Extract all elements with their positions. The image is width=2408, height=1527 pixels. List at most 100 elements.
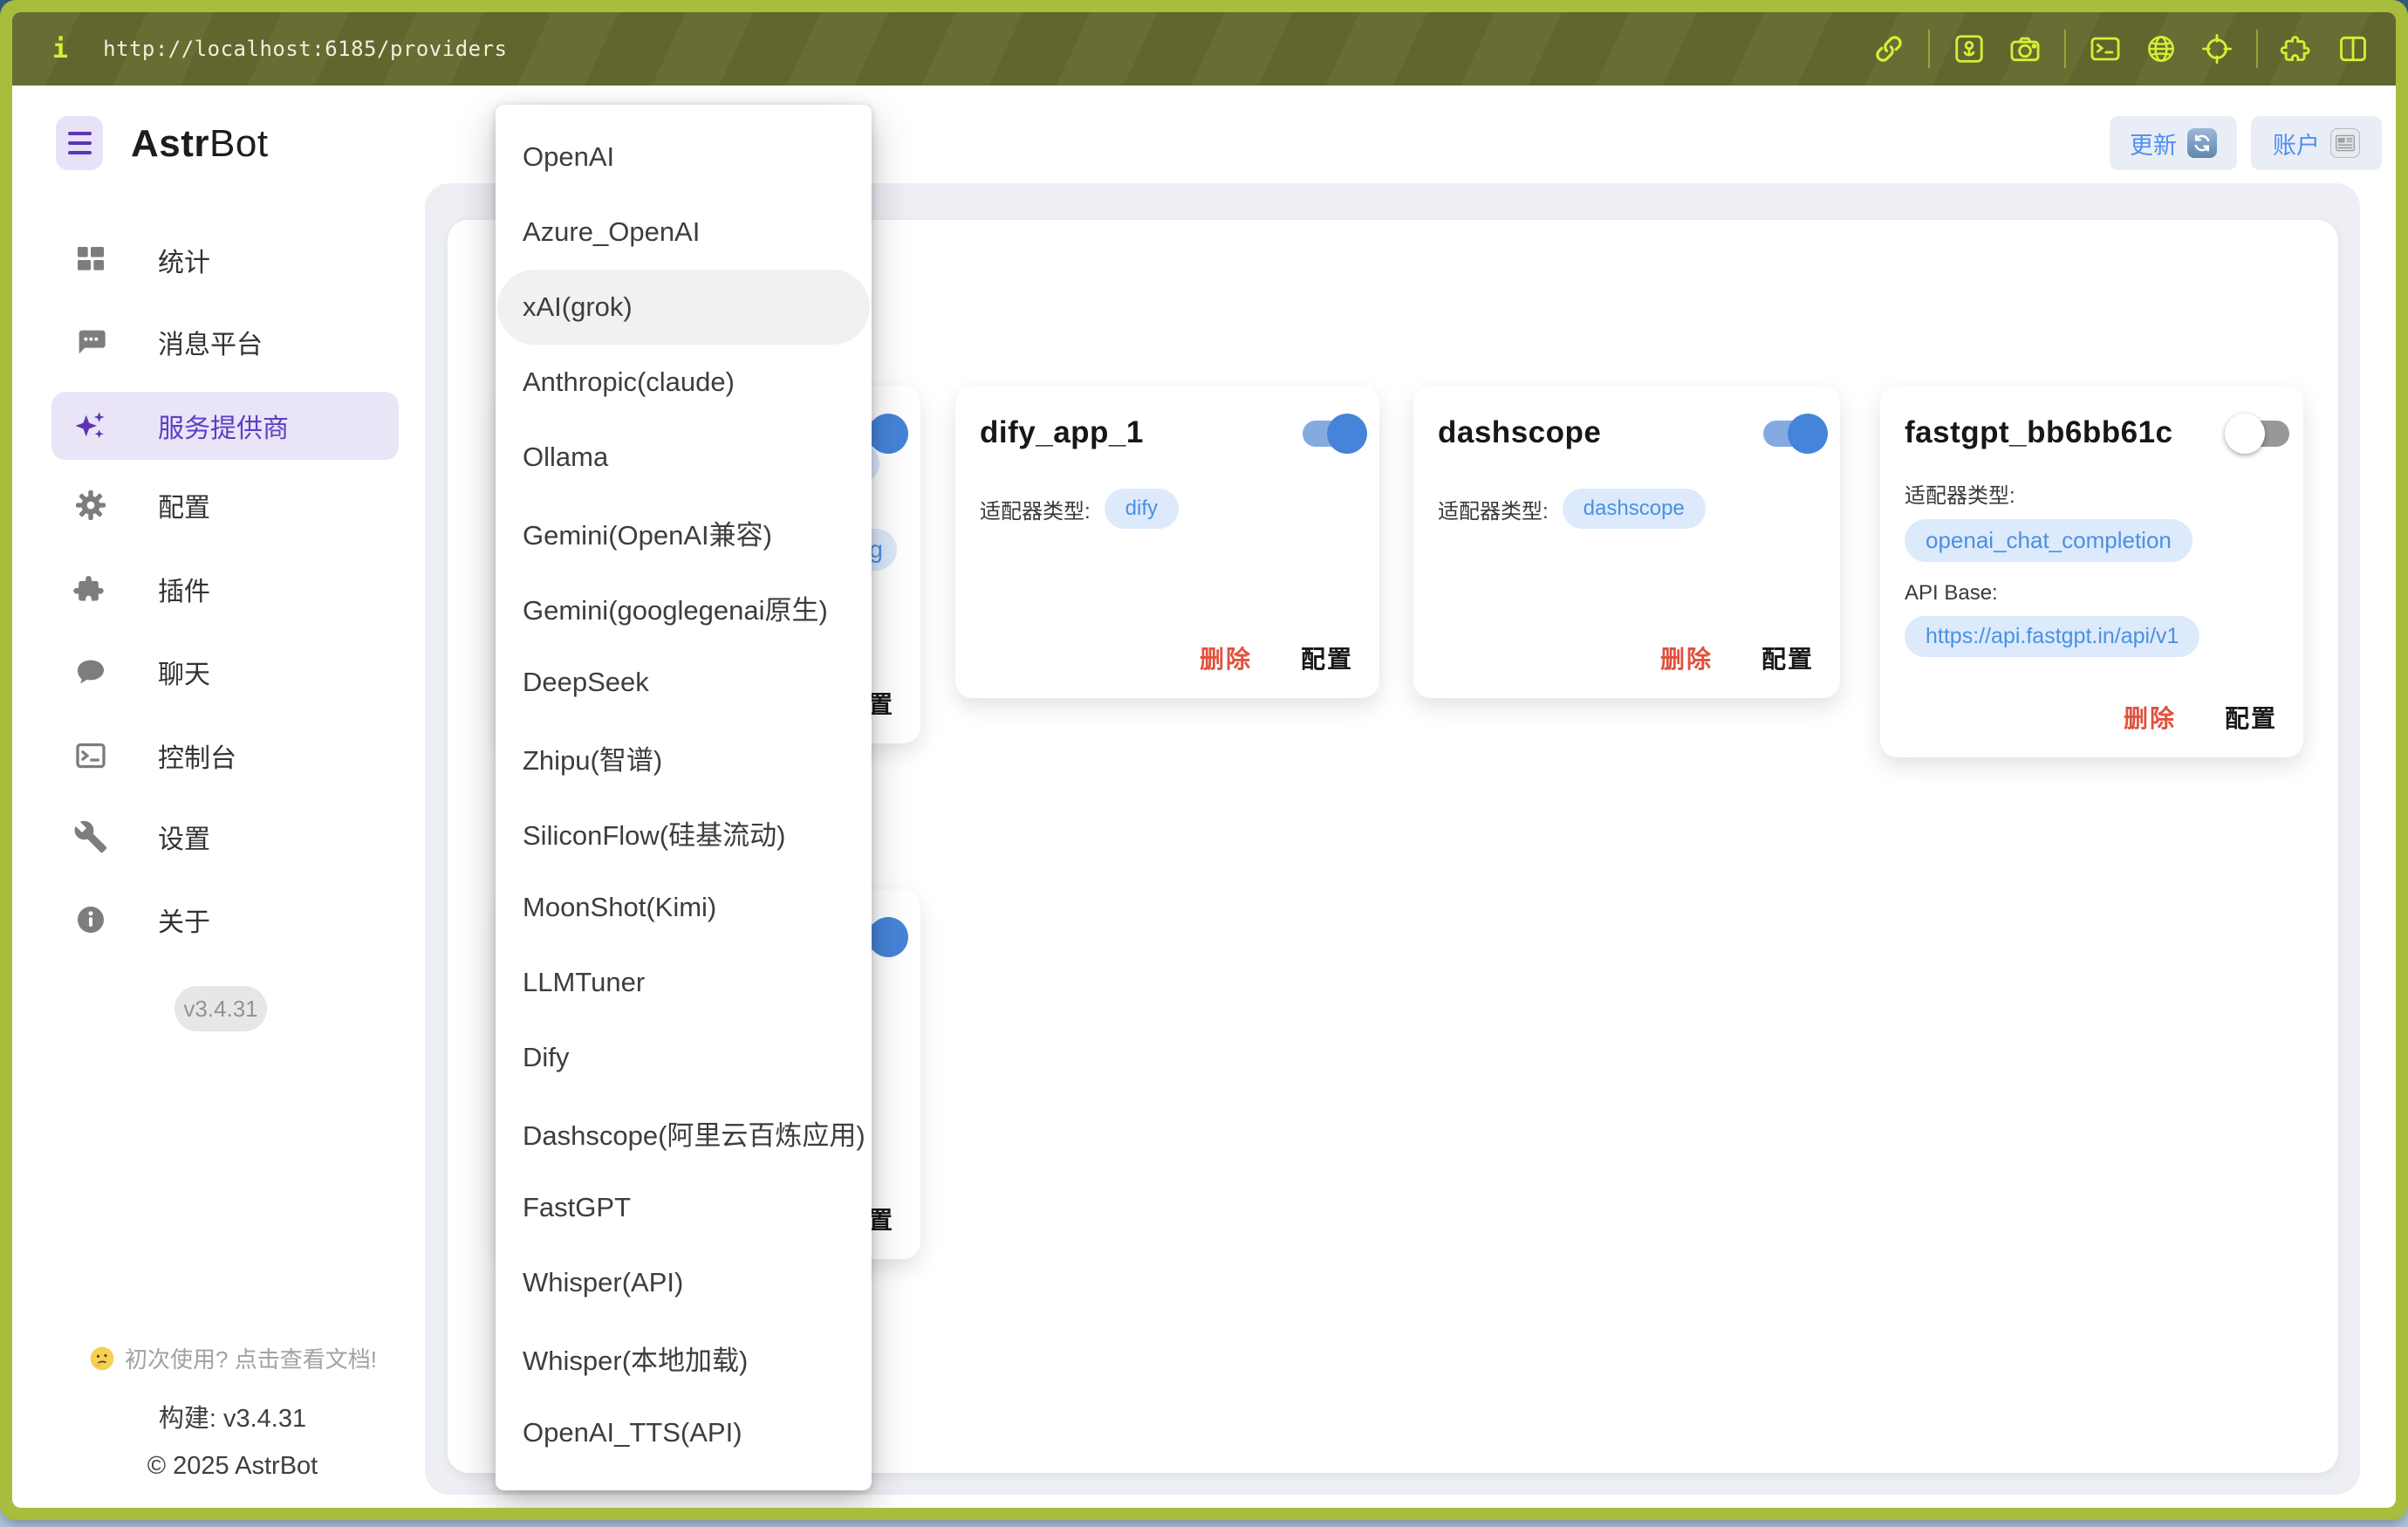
menu-toggle-button[interactable] (56, 116, 103, 170)
browser-window: i http://localhost:6185/providers AstrBo… (0, 0, 2408, 1520)
provider-card: dashscope 适配器类型: dashscope 删除 配置 (1413, 386, 1840, 698)
provider-card: dify_app_1 适配器类型: dify 删除 配置 (955, 386, 1379, 698)
titlebar-separator (2256, 30, 2258, 68)
dropdown-item-label: xAI(grok) (523, 291, 633, 323)
configure-button[interactable]: 配置 (1762, 640, 1814, 675)
dashboard-icon (72, 242, 109, 278)
sidebar-item-chat[interactable]: 聊天 (51, 644, 399, 700)
sidebar-item-label: 控制台 (158, 736, 236, 775)
dropdown-item-label: Whisper(本地加载) (523, 1339, 748, 1378)
camera-icon[interactable] (2008, 32, 2042, 65)
adapter-type-tag: openai_chat_completion (1905, 519, 2193, 562)
info-icon (72, 901, 109, 938)
update-button[interactable]: 更新 (2110, 116, 2237, 170)
titlebar-separator (1928, 30, 1930, 68)
dropdown-item-label: LLMTuner (523, 967, 645, 998)
dropdown-item[interactable]: Zhipu(智谱) (497, 720, 870, 795)
sidebar-item-label: 插件 (158, 570, 210, 608)
docs-help-text: 初次使用? 点击查看文档! (125, 1342, 377, 1374)
sidebar-item-plugins[interactable]: 插件 (51, 561, 399, 617)
sidebar-item-label: 服务提供商 (158, 407, 289, 445)
provider-card: fastgpt_bb6bb61c 适配器类型: openai_chat_comp… (1880, 386, 2303, 757)
configure-button[interactable]: 配置 (2225, 700, 2277, 735)
delete-button[interactable]: 删除 (2124, 700, 2176, 735)
logo-text-light: Bot (209, 122, 269, 166)
chat-bubble-icon (72, 654, 109, 690)
sidebar-item-console[interactable]: 控制台 (51, 728, 399, 784)
dropdown-item[interactable]: OpenAI_TTS(API) (497, 1395, 870, 1470)
dropdown-item[interactable]: Dashscope(阿里云百炼应用) (497, 1095, 870, 1170)
api-base-tag: https://api.fastgpt.in/api/v1 (1905, 616, 2199, 657)
dropdown-item-label: MoonShot(Kimi) (523, 892, 716, 923)
sidebar-item-label: 关于 (158, 900, 210, 939)
dropdown-item-label: FastGPT (523, 1192, 631, 1223)
dropdown-item[interactable]: Whisper(API) (497, 1245, 870, 1320)
dropdown-item[interactable]: xAI(grok) (497, 270, 870, 345)
provider-name: dashscope (1438, 415, 1816, 450)
version-badge: v3.4.31 (174, 986, 267, 1031)
console-icon (72, 737, 109, 774)
dropdown-item-label: Zhipu(智谱) (523, 738, 662, 777)
logo-text-bold: Astr (131, 122, 209, 166)
sidebar-item-config[interactable]: 配置 (51, 477, 399, 533)
split-view-icon[interactable] (2336, 32, 2370, 65)
delete-button[interactable]: 删除 (1660, 640, 1713, 675)
delete-button[interactable]: 删除 (1200, 640, 1252, 675)
adapter-type-label: 适配器类型: (1438, 494, 1549, 524)
thinking-face-emoji (88, 1345, 116, 1373)
dropdown-item[interactable]: Gemini(googlegenai原生) (497, 570, 870, 645)
adapter-type-label: 适配器类型: (980, 494, 1091, 524)
sidebar-item-message-platform[interactable]: 消息平台 (51, 314, 399, 370)
adapter-type-tag: dashscope (1563, 489, 1706, 529)
puzzle-icon (72, 571, 109, 607)
dropdown-item[interactable]: MoonShot(Kimi) (497, 870, 870, 945)
provider-enabled-toggle[interactable] (1762, 414, 1828, 454)
sidebar-item-label: 聊天 (158, 653, 210, 691)
dropdown-item-label: DeepSeek (523, 667, 649, 698)
adapter-type-label: 适配器类型: (1905, 478, 2279, 509)
provider-enabled-toggle[interactable] (2225, 414, 2291, 454)
docs-help-link[interactable]: 初次使用? 点击查看文档! (88, 1342, 377, 1374)
gear-icon (72, 487, 109, 524)
dropdown-item[interactable]: Gemini(OpenAI兼容) (497, 495, 870, 570)
sidebar-item-providers[interactable]: 服务提供商 (51, 392, 399, 460)
adapter-type-tag: dify (1105, 489, 1179, 529)
account-button[interactable]: 账户 (2251, 116, 2382, 170)
sidebar-item-about[interactable]: 关于 (51, 892, 399, 948)
dropdown-item[interactable]: Azure_OpenAI (497, 195, 870, 270)
terminal-icon[interactable] (2089, 32, 2122, 65)
dropdown-item[interactable]: DeepSeek (497, 645, 870, 720)
sidebar-item-settings[interactable]: 设置 (51, 809, 399, 865)
account-button-label: 账户 (2273, 127, 2320, 161)
sparkles-icon (72, 407, 109, 444)
message-platform-icon (72, 324, 109, 360)
dropdown-item[interactable]: SiliconFlow(硅基流动) (497, 795, 870, 870)
dropdown-item[interactable]: Dify (497, 1020, 870, 1095)
dropdown-item-label: Dify (523, 1042, 569, 1073)
provider-enabled-toggle[interactable] (1301, 414, 1367, 454)
sidebar-item-statistics[interactable]: 统计 (51, 232, 399, 288)
refresh-emoji-icon (2187, 128, 2217, 158)
crosshair-icon[interactable] (2200, 32, 2234, 65)
dropdown-item[interactable]: OpenAI (497, 120, 870, 195)
dropdown-item-label: Anthropic(claude) (523, 366, 735, 398)
update-button-label: 更新 (2130, 127, 2177, 161)
browser-titlebar: i http://localhost:6185/providers (12, 12, 2396, 86)
newspaper-emoji-icon (2330, 128, 2360, 158)
image-icon[interactable] (1953, 32, 1986, 65)
info-icon: i (52, 34, 68, 65)
configure-button[interactable]: 配置 (1301, 640, 1353, 675)
dropdown-item-label: Gemini(OpenAI兼容) (523, 513, 772, 552)
puzzle-icon[interactable] (2281, 32, 2314, 65)
titlebar-separator (2064, 30, 2066, 68)
dropdown-item[interactable]: LLMTuner (497, 945, 870, 1020)
globe-icon[interactable] (2145, 32, 2178, 65)
dropdown-item-label: Ollama (523, 442, 608, 473)
provider-type-dropdown: OpenAI Azure_OpenAI xAI(grok) Anthropic(… (496, 105, 872, 1490)
dropdown-item[interactable]: Anthropic(claude) (497, 345, 870, 420)
link-icon[interactable] (1872, 32, 1905, 65)
dropdown-item-label: Dashscope(阿里云百炼应用) (523, 1113, 865, 1153)
dropdown-item[interactable]: Ollama (497, 420, 870, 495)
dropdown-item[interactable]: Whisper(本地加载) (497, 1320, 870, 1395)
dropdown-item[interactable]: FastGPT (497, 1170, 870, 1245)
